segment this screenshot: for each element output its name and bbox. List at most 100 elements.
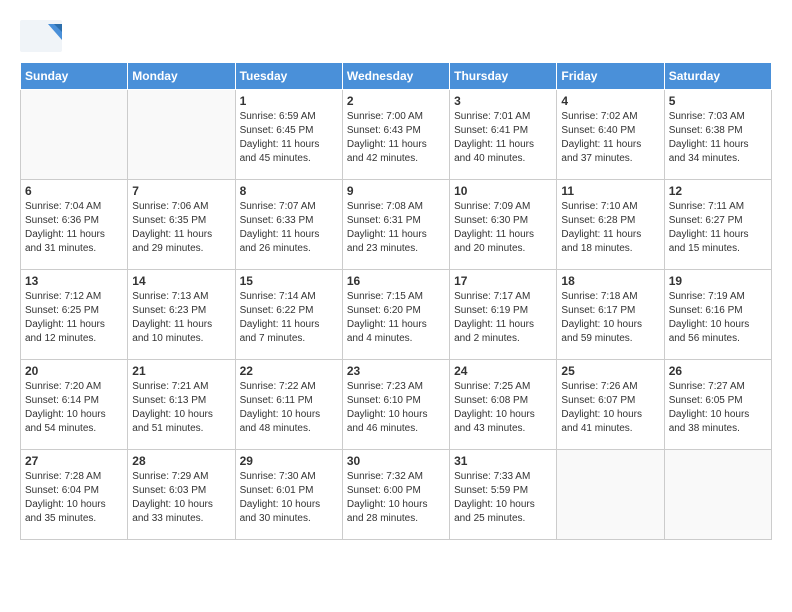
day-info: Sunrise: 7:07 AM Sunset: 6:33 PM Dayligh…: [240, 200, 338, 256]
day-info: Sunrise: 7:18 AM Sunset: 6:17 PM Dayligh…: [561, 290, 659, 346]
day-info: Sunrise: 7:06 AM Sunset: 6:35 PM Dayligh…: [132, 200, 230, 256]
calendar-cell: 24 Sunrise: 7:25 AM Sunset: 6:08 PM Dayli…: [450, 360, 557, 450]
calendar-cell: 27 Sunrise: 7:28 AM Sunset: 6:04 PM Dayli…: [21, 450, 128, 540]
day-info: Sunrise: 7:04 AM Sunset: 6:36 PM Dayligh…: [25, 200, 123, 256]
calendar-cell: 28Sunrise: 7:29 AM Sunset: 6:03 PM Dayli…: [128, 450, 235, 540]
day-info: Sunrise: 7:33 AM Sunset: 5:59 PM Dayligh…: [454, 470, 552, 526]
day-number: 14: [132, 274, 230, 288]
calendar-cell: [128, 90, 235, 180]
day-number: 24: [454, 364, 552, 378]
logo: [20, 20, 66, 52]
calendar-cell: 21Sunrise: 7:21 AM Sunset: 6:13 PM Dayli…: [128, 360, 235, 450]
calendar-cell: 8 Sunrise: 7:07 AM Sunset: 6:33 PM Daylig…: [235, 180, 342, 270]
page-header: [20, 20, 772, 52]
day-number: 13: [25, 274, 123, 288]
day-header-tuesday: Tuesday: [235, 63, 342, 90]
day-number: 20: [25, 364, 123, 378]
day-info: Sunrise: 7:27 AM Sunset: 6:05 PM Dayligh…: [669, 380, 767, 436]
day-header-friday: Friday: [557, 63, 664, 90]
day-number: 17: [454, 274, 552, 288]
day-number: 5: [669, 94, 767, 108]
day-info: Sunrise: 7:29 AM Sunset: 6:03 PM Dayligh…: [132, 470, 230, 526]
day-info: Sunrise: 7:00 AM Sunset: 6:43 PM Dayligh…: [347, 110, 445, 166]
calendar-cell: 22 Sunrise: 7:22 AM Sunset: 6:11 PM Dayli…: [235, 360, 342, 450]
day-number: 25: [561, 364, 659, 378]
day-header-thursday: Thursday: [450, 63, 557, 90]
calendar-cell: [557, 450, 664, 540]
calendar-cell: 9Sunrise: 7:08 AM Sunset: 6:31 PM Daylig…: [342, 180, 449, 270]
day-number: 7: [132, 184, 230, 198]
day-info: Sunrise: 7:30 AM Sunset: 6:01 PM Dayligh…: [240, 470, 338, 526]
day-number: 21: [132, 364, 230, 378]
day-number: 22: [240, 364, 338, 378]
day-number: 3: [454, 94, 552, 108]
day-info: Sunrise: 7:12 AM Sunset: 6:25 PM Dayligh…: [25, 290, 123, 346]
calendar-cell: 4 Sunrise: 7:02 AM Sunset: 6:40 PM Daylig…: [557, 90, 664, 180]
day-info: Sunrise: 7:02 AM Sunset: 6:40 PM Dayligh…: [561, 110, 659, 166]
calendar-cell: 20Sunrise: 7:20 AM Sunset: 6:14 PM Dayli…: [21, 360, 128, 450]
day-header-saturday: Saturday: [664, 63, 771, 90]
calendar-cell: 3 Sunrise: 7:01 AM Sunset: 6:41 PM Daylig…: [450, 90, 557, 180]
day-info: Sunrise: 7:17 AM Sunset: 6:19 PM Dayligh…: [454, 290, 552, 346]
calendar-cell: 30 Sunrise: 7:32 AM Sunset: 6:00 PM Dayli…: [342, 450, 449, 540]
day-info: Sunrise: 7:28 AM Sunset: 6:04 PM Dayligh…: [25, 470, 123, 526]
calendar: SundayMondayTuesdayWednesdayThursdayFrid…: [20, 62, 772, 540]
day-info: Sunrise: 7:10 AM Sunset: 6:28 PM Dayligh…: [561, 200, 659, 256]
calendar-cell: 10Sunrise: 7:09 AM Sunset: 6:30 PM Dayli…: [450, 180, 557, 270]
calendar-cell: 31 Sunrise: 7:33 AM Sunset: 5:59 PM Dayli…: [450, 450, 557, 540]
calendar-cell: 1 Sunrise: 6:59 AM Sunset: 6:45 PM Daylig…: [235, 90, 342, 180]
day-number: 31: [454, 454, 552, 468]
calendar-week-4: 20Sunrise: 7:20 AM Sunset: 6:14 PM Dayli…: [21, 360, 772, 450]
day-info: Sunrise: 7:15 AM Sunset: 6:20 PM Dayligh…: [347, 290, 445, 346]
day-info: Sunrise: 6:59 AM Sunset: 6:45 PM Dayligh…: [240, 110, 338, 166]
calendar-cell: 17 Sunrise: 7:17 AM Sunset: 6:19 PM Dayli…: [450, 270, 557, 360]
day-info: Sunrise: 7:26 AM Sunset: 6:07 PM Dayligh…: [561, 380, 659, 436]
calendar-cell: 11 Sunrise: 7:10 AM Sunset: 6:28 PM Dayli…: [557, 180, 664, 270]
day-info: Sunrise: 7:25 AM Sunset: 6:08 PM Dayligh…: [454, 380, 552, 436]
day-info: Sunrise: 7:11 AM Sunset: 6:27 PM Dayligh…: [669, 200, 767, 256]
day-number: 16: [347, 274, 445, 288]
day-info: Sunrise: 7:03 AM Sunset: 6:38 PM Dayligh…: [669, 110, 767, 166]
calendar-cell: [21, 90, 128, 180]
calendar-cell: 19 Sunrise: 7:19 AM Sunset: 6:16 PM Dayli…: [664, 270, 771, 360]
day-info: Sunrise: 7:32 AM Sunset: 6:00 PM Dayligh…: [347, 470, 445, 526]
calendar-week-3: 13 Sunrise: 7:12 AM Sunset: 6:25 PM Dayli…: [21, 270, 772, 360]
day-number: 2: [347, 94, 445, 108]
day-info: Sunrise: 7:19 AM Sunset: 6:16 PM Dayligh…: [669, 290, 767, 346]
day-number: 27: [25, 454, 123, 468]
day-header-sunday: Sunday: [21, 63, 128, 90]
calendar-cell: 16 Sunrise: 7:15 AM Sunset: 6:20 PM Dayli…: [342, 270, 449, 360]
day-number: 4: [561, 94, 659, 108]
day-number: 15: [240, 274, 338, 288]
calendar-cell: 23 Sunrise: 7:23 AM Sunset: 6:10 PM Dayli…: [342, 360, 449, 450]
day-number: 11: [561, 184, 659, 198]
calendar-header-row: SundayMondayTuesdayWednesdayThursdayFrid…: [21, 63, 772, 90]
day-number: 1: [240, 94, 338, 108]
day-info: Sunrise: 7:08 AM Sunset: 6:31 PM Dayligh…: [347, 200, 445, 256]
calendar-cell: 18 Sunrise: 7:18 AM Sunset: 6:17 PM Dayli…: [557, 270, 664, 360]
logo-icon: [20, 20, 62, 52]
calendar-cell: 12Sunrise: 7:11 AM Sunset: 6:27 PM Dayli…: [664, 180, 771, 270]
day-number: 8: [240, 184, 338, 198]
day-number: 23: [347, 364, 445, 378]
day-info: Sunrise: 7:22 AM Sunset: 6:11 PM Dayligh…: [240, 380, 338, 436]
calendar-cell: 7 Sunrise: 7:06 AM Sunset: 6:35 PM Daylig…: [128, 180, 235, 270]
calendar-cell: 6Sunrise: 7:04 AM Sunset: 6:36 PM Daylig…: [21, 180, 128, 270]
calendar-week-2: 6Sunrise: 7:04 AM Sunset: 6:36 PM Daylig…: [21, 180, 772, 270]
calendar-cell: 2 Sunrise: 7:00 AM Sunset: 6:43 PM Daylig…: [342, 90, 449, 180]
calendar-cell: 5 Sunrise: 7:03 AM Sunset: 6:38 PM Daylig…: [664, 90, 771, 180]
day-number: 18: [561, 274, 659, 288]
calendar-week-1: 1 Sunrise: 6:59 AM Sunset: 6:45 PM Daylig…: [21, 90, 772, 180]
day-number: 19: [669, 274, 767, 288]
day-number: 26: [669, 364, 767, 378]
day-number: 30: [347, 454, 445, 468]
calendar-week-5: 27 Sunrise: 7:28 AM Sunset: 6:04 PM Dayli…: [21, 450, 772, 540]
day-info: Sunrise: 7:23 AM Sunset: 6:10 PM Dayligh…: [347, 380, 445, 436]
day-info: Sunrise: 7:14 AM Sunset: 6:22 PM Dayligh…: [240, 290, 338, 346]
day-info: Sunrise: 7:01 AM Sunset: 6:41 PM Dayligh…: [454, 110, 552, 166]
day-header-monday: Monday: [128, 63, 235, 90]
day-header-wednesday: Wednesday: [342, 63, 449, 90]
calendar-cell: 14Sunrise: 7:13 AM Sunset: 6:23 PM Dayli…: [128, 270, 235, 360]
calendar-cell: 15 Sunrise: 7:14 AM Sunset: 6:22 PM Dayli…: [235, 270, 342, 360]
day-number: 10: [454, 184, 552, 198]
